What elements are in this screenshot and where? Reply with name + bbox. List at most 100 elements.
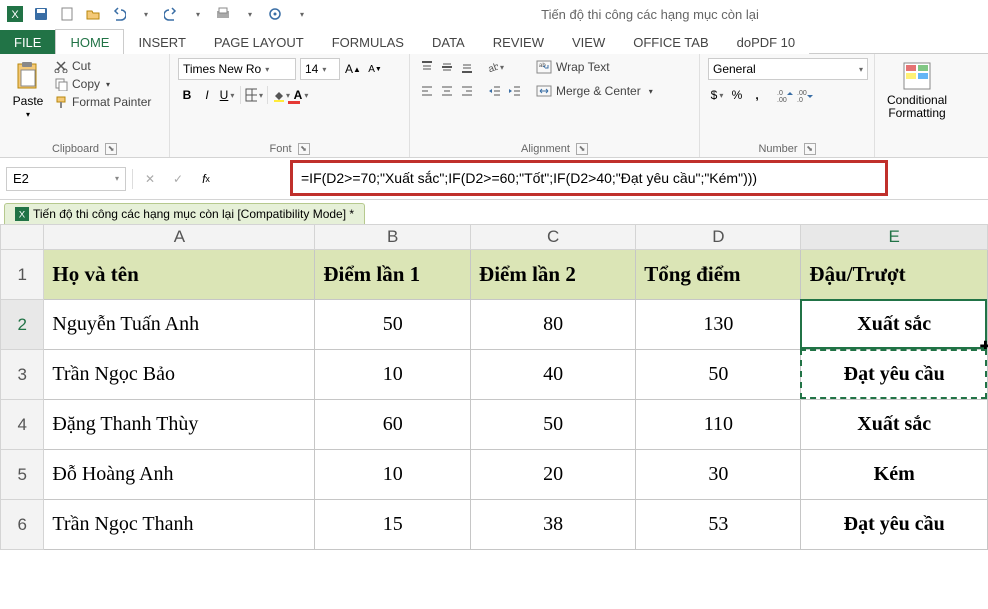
bold-button[interactable]: B — [178, 86, 196, 104]
formula-bar[interactable]: =IF(D2>=70;"Xuất sắc";IF(D2>=60;"Tốt";IF… — [290, 160, 888, 196]
decrease-indent-icon[interactable] — [486, 82, 504, 100]
tab-page-layout[interactable]: PAGE LAYOUT — [200, 30, 318, 54]
format-painter-button[interactable]: Format Painter — [52, 94, 153, 110]
font-size-combo[interactable]: 14▾ — [300, 58, 340, 80]
select-all-corner[interactable] — [1, 225, 44, 250]
row-header-5[interactable]: 5 — [1, 450, 44, 500]
cell-C4[interactable]: 50 — [471, 400, 636, 450]
tab-data[interactable]: DATA — [418, 30, 479, 54]
col-header-A[interactable]: A — [44, 225, 315, 250]
print-dropdown[interactable] — [238, 3, 260, 25]
cell-B1[interactable]: Điểm lần 1 — [315, 250, 471, 300]
cell-E3[interactable]: Đạt yêu cầu — [801, 350, 988, 400]
qat-customize-dropdown[interactable] — [290, 3, 312, 25]
redo-dropdown[interactable] — [186, 3, 208, 25]
name-box[interactable]: E2 ▾ — [6, 167, 126, 191]
cell-B5[interactable]: 10 — [315, 450, 471, 500]
cell-A2[interactable]: Nguyễn Tuấn Anh — [44, 300, 315, 350]
cell-C5[interactable]: 20 — [471, 450, 636, 500]
number-launcher[interactable]: ⬊ — [804, 143, 816, 155]
cell-C1[interactable]: Điểm lần 2 — [471, 250, 636, 300]
align-center-icon[interactable] — [438, 82, 456, 100]
touch-mode-icon[interactable] — [264, 3, 286, 25]
excel-icon[interactable]: X — [4, 3, 26, 25]
cell-B4[interactable]: 60 — [315, 400, 471, 450]
cell-D6[interactable]: 53 — [636, 500, 801, 550]
cell-D2[interactable]: 130 — [636, 300, 801, 350]
align-right-icon[interactable] — [458, 82, 476, 100]
cell-E6[interactable]: Đạt yêu cầu — [801, 500, 988, 550]
col-header-E[interactable]: E — [801, 225, 988, 250]
cell-A1[interactable]: Họ và tên — [44, 250, 315, 300]
enter-formula-icon[interactable]: ✓ — [167, 168, 189, 190]
col-header-D[interactable]: D — [636, 225, 801, 250]
cut-button[interactable]: Cut — [52, 58, 153, 74]
cell-A6[interactable]: Trần Ngọc Thanh — [44, 500, 315, 550]
cell-D4[interactable]: 110 — [636, 400, 801, 450]
col-header-B[interactable]: B — [315, 225, 471, 250]
borders-button[interactable] — [245, 86, 263, 104]
cell-C3[interactable]: 40 — [471, 350, 636, 400]
tab-view[interactable]: VIEW — [558, 30, 619, 54]
align-middle-icon[interactable] — [438, 58, 456, 76]
tab-formulas[interactable]: FORMULAS — [318, 30, 418, 54]
tab-home[interactable]: HOME — [55, 29, 124, 54]
col-header-C[interactable]: C — [471, 225, 636, 250]
decrease-font-icon[interactable]: A▼ — [366, 60, 384, 78]
save-icon[interactable] — [30, 3, 52, 25]
currency-button[interactable]: $ — [708, 86, 726, 104]
merge-center-button[interactable]: Merge & Center▾ — [534, 82, 655, 100]
cell-B6[interactable]: 15 — [315, 500, 471, 550]
open-icon[interactable] — [82, 3, 104, 25]
orientation-icon[interactable]: ab — [486, 58, 504, 76]
font-launcher[interactable]: ⬊ — [298, 143, 310, 155]
insert-function-icon[interactable]: fx — [195, 168, 217, 190]
undo-icon[interactable] — [108, 3, 130, 25]
cell-D3[interactable]: 50 — [636, 350, 801, 400]
row-header-2[interactable]: 2 — [1, 300, 44, 350]
print-preview-icon[interactable] — [212, 3, 234, 25]
cell-A5[interactable]: Đỗ Hoàng Anh — [44, 450, 315, 500]
tab-insert[interactable]: INSERT — [124, 30, 199, 54]
cell-E5[interactable]: Kém — [801, 450, 988, 500]
comma-button[interactable]: , — [748, 86, 766, 104]
row-header-4[interactable]: 4 — [1, 400, 44, 450]
percent-button[interactable]: % — [728, 86, 746, 104]
decrease-decimal-icon[interactable]: .00.0 — [796, 86, 814, 104]
font-color-button[interactable]: A — [292, 86, 310, 104]
cell-B3[interactable]: 10 — [315, 350, 471, 400]
clipboard-launcher[interactable]: ⬊ — [105, 143, 117, 155]
tab-office-tab[interactable]: OFFICE TAB — [619, 30, 722, 54]
cell-C2[interactable]: 80 — [471, 300, 636, 350]
paste-button[interactable]: Paste ▾ — [8, 58, 48, 121]
undo-dropdown[interactable] — [134, 3, 156, 25]
increase-font-icon[interactable]: A▲ — [344, 60, 362, 78]
cell-E1[interactable]: Đậu/Trượt — [801, 250, 988, 300]
underline-button[interactable]: U — [218, 86, 236, 104]
new-icon[interactable] — [56, 3, 78, 25]
workbook-tab[interactable]: X Tiến độ thi công các hạng mục còn lại … — [4, 203, 365, 224]
cell-A4[interactable]: Đặng Thanh Thùy — [44, 400, 315, 450]
redo-icon[interactable] — [160, 3, 182, 25]
wrap-text-button[interactable]: abWrap Text — [534, 58, 655, 76]
number-format-combo[interactable]: General▾ — [708, 58, 868, 80]
alignment-launcher[interactable]: ⬊ — [576, 143, 588, 155]
font-name-combo[interactable]: Times New Ro▾ — [178, 58, 296, 80]
increase-indent-icon[interactable] — [506, 82, 524, 100]
increase-decimal-icon[interactable]: .0.00 — [776, 86, 794, 104]
italic-button[interactable]: I — [198, 86, 216, 104]
tab-file[interactable]: FILE — [0, 30, 55, 54]
cancel-formula-icon[interactable]: ✕ — [139, 168, 161, 190]
cell-E2[interactable]: Xuất sắc — [801, 300, 988, 350]
cell-E4[interactable]: Xuất sắc — [801, 400, 988, 450]
align-bottom-icon[interactable] — [458, 58, 476, 76]
row-header-1[interactable]: 1 — [1, 250, 44, 300]
row-header-3[interactable]: 3 — [1, 350, 44, 400]
cell-A3[interactable]: Trần Ngọc Bảo — [44, 350, 315, 400]
cell-D5[interactable]: 30 — [636, 450, 801, 500]
row-header-6[interactable]: 6 — [1, 500, 44, 550]
align-left-icon[interactable] — [418, 82, 436, 100]
cell-B2[interactable]: 50 — [315, 300, 471, 350]
cell-D1[interactable]: Tổng điểm — [636, 250, 801, 300]
cell-C6[interactable]: 38 — [471, 500, 636, 550]
